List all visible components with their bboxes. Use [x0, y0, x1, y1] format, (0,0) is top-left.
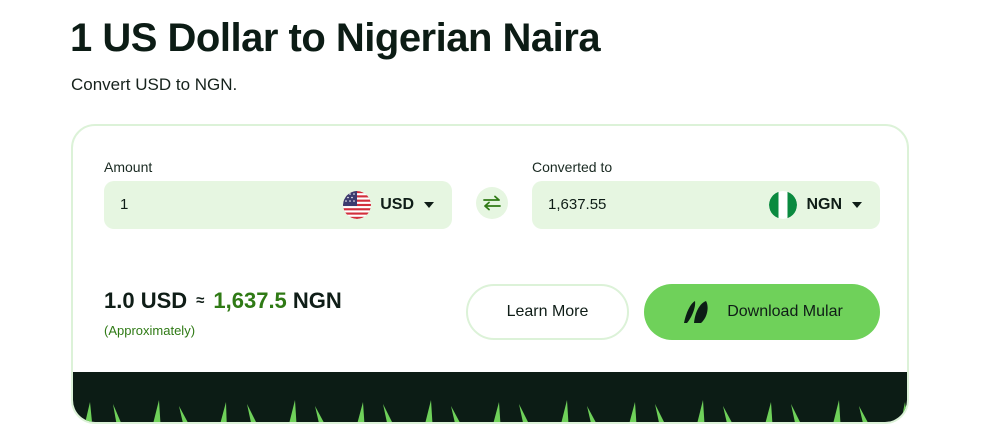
converted-value: 1,637.55	[548, 196, 607, 213]
mular-logo-icon	[684, 301, 708, 323]
to-currency-code: NGN	[806, 196, 842, 213]
result-to-currency: NGN	[292, 288, 342, 313]
converter-card: Amount U	[71, 124, 909, 424]
amount-field: USD	[104, 181, 452, 229]
approximately-note: (Approximately)	[104, 323, 196, 338]
to-currency-select[interactable]: NGN	[769, 191, 862, 219]
swap-arrows-icon	[483, 195, 501, 211]
download-mular-button[interactable]: Download Mular	[644, 284, 880, 340]
us-flag-icon	[343, 191, 372, 219]
from-currency-code: USD	[380, 196, 414, 213]
learn-more-label: Learn More	[506, 303, 589, 320]
approx-symbol: ≈	[196, 292, 205, 309]
learn-more-button[interactable]: Learn More	[466, 284, 629, 340]
download-mular-label: Download Mular	[727, 303, 843, 320]
converted-label: Converted to	[532, 159, 613, 175]
amount-input[interactable]	[120, 196, 320, 214]
grass-pattern-banner	[73, 372, 907, 422]
chevron-down-icon	[424, 202, 434, 208]
result-to-value: 1,637.5	[213, 288, 287, 313]
chevron-down-icon	[852, 202, 862, 208]
page-subtitle: Convert USD to NGN.	[71, 75, 238, 94]
converted-field: 1,637.55 NGN	[532, 181, 880, 229]
page-title: 1 US Dollar to Nigerian Naira	[70, 16, 601, 60]
swap-button[interactable]	[476, 187, 508, 219]
conversion-result: 1.0 USD ≈1,637.5 NGN	[104, 288, 342, 317]
nigeria-flag-icon	[769, 191, 798, 219]
result-from: 1.0 USD	[104, 288, 188, 313]
from-currency-select[interactable]: USD	[343, 191, 434, 219]
amount-label: Amount	[104, 159, 153, 175]
